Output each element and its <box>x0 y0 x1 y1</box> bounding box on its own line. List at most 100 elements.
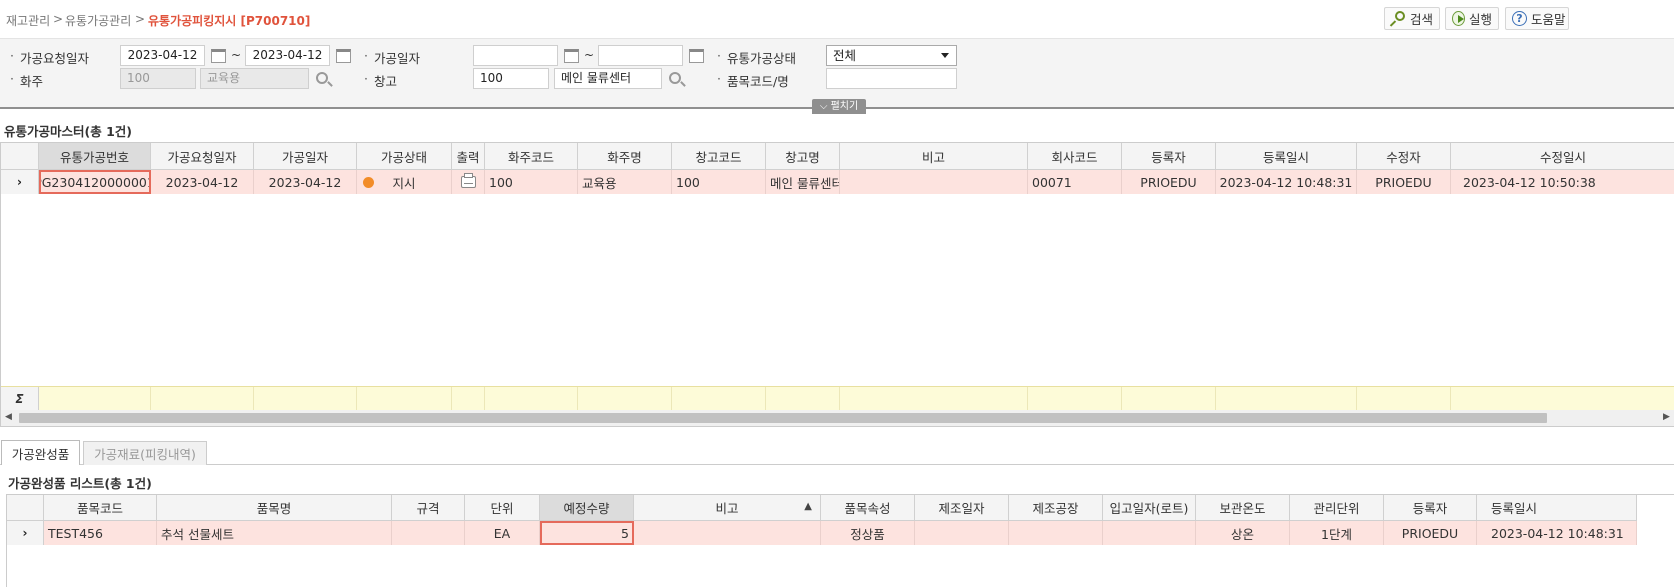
col-header[interactable]: 등록일시 <box>1477 495 1637 521</box>
warehouse-search-icon[interactable] <box>669 72 681 84</box>
row-expand-icon[interactable]: › <box>1 170 39 194</box>
cell-registrant[interactable]: PRIOEDU <box>1384 521 1477 545</box>
cell-modified-at[interactable]: 2023-04-12 10:50:38 <box>1451 170 1674 194</box>
col-header[interactable]: 등록자 <box>1122 143 1216 170</box>
col-header[interactable]: 창고명 <box>766 143 840 170</box>
col-header[interactable]: 화주코드 <box>485 143 578 170</box>
warehouse-code-input[interactable]: 100 <box>473 68 549 89</box>
table-row[interactable]: › PG2304120000001 2023-04-12 2023-04-12 … <box>1 170 1674 194</box>
warehouse-name-input[interactable]: 메인 물류센터 <box>554 68 662 89</box>
detail-grid: 품목코드 품목명 규격 단위 예정수량 비고 ▲ 품목속성 제조일자 제조공장 … <box>6 494 1674 587</box>
col-header[interactable]: 수정자 <box>1357 143 1451 170</box>
cell-note[interactable] <box>634 521 821 545</box>
row-expand-icon[interactable]: › <box>7 521 44 545</box>
col-header[interactable]: 품목속성 <box>821 495 915 521</box>
cell-item-attribute[interactable]: 정상품 <box>821 521 915 545</box>
col-header[interactable]: 회사코드 <box>1028 143 1122 170</box>
horizontal-scrollbar[interactable]: ◀ ▶ <box>1 410 1674 426</box>
proc-date-to-input[interactable] <box>598 45 683 66</box>
run-label: 실행 <box>1468 12 1492 27</box>
calendar-icon[interactable] <box>564 49 579 63</box>
cell-modifier[interactable]: PRIOEDU <box>1357 170 1451 194</box>
col-header[interactable]: 비고 ▲ <box>634 495 821 521</box>
warehouse-label: 창고 <box>364 71 397 90</box>
master-grid-title: 유통가공마스터(총 1건) <box>4 124 132 139</box>
cell-warehouse-code[interactable]: 100 <box>672 170 766 194</box>
cell-in-date[interactable] <box>1103 521 1196 545</box>
col-header[interactable]: 예정수량 <box>540 495 634 521</box>
cell-factory[interactable] <box>1009 521 1103 545</box>
calendar-icon[interactable] <box>689 49 704 63</box>
col-header[interactable]: 비고 <box>840 143 1028 170</box>
cell-item-name[interactable]: 추석 선물세트 <box>157 521 392 545</box>
col-header[interactable]: 창고코드 <box>672 143 766 170</box>
breadcrumb-item[interactable]: 재고관리 <box>6 12 50 29</box>
cell-owner-code[interactable]: 100 <box>485 170 578 194</box>
sort-asc-icon[interactable]: ▲ <box>804 501 812 512</box>
run-button[interactable]: 실행 <box>1445 7 1499 30</box>
help-button[interactable]: ? 도움말 <box>1505 7 1569 30</box>
col-header[interactable]: 가공요청일자 <box>151 143 254 170</box>
tab-divider <box>0 464 1674 465</box>
col-header[interactable]: 품목명 <box>157 495 392 521</box>
cell-registered-at[interactable]: 2023-04-12 10:48:31 <box>1477 521 1637 545</box>
scrollbar-thumb[interactable] <box>19 413 1547 423</box>
col-header[interactable]: 유통가공번호 <box>39 143 151 170</box>
col-header[interactable]: 가공일자 <box>254 143 357 170</box>
scroll-left-icon[interactable]: ◀ <box>5 412 12 422</box>
calendar-icon[interactable] <box>211 49 226 63</box>
cell-owner-name[interactable]: 교육용 <box>578 170 672 194</box>
cell-processing-no[interactable]: PG2304120000001 <box>39 170 151 194</box>
cell-registrant[interactable]: PRIOEDU <box>1122 170 1216 194</box>
calendar-icon[interactable] <box>336 49 351 63</box>
req-date-to-input[interactable]: 2023-04-12 <box>245 45 330 66</box>
col-header[interactable]: 출력 <box>452 143 485 170</box>
col-header[interactable]: 가공상태 <box>357 143 452 170</box>
cell-mgmt-unit[interactable]: 1단계 <box>1290 521 1384 545</box>
tab-finished-products[interactable]: 가공완성품 <box>1 440 80 465</box>
help-label: 도움말 <box>1531 12 1566 27</box>
req-date-from-input[interactable]: 2023-04-12 <box>120 45 205 66</box>
col-header[interactable]: 수정일시 <box>1451 143 1674 170</box>
col-header[interactable]: 제조공장 <box>1009 495 1103 521</box>
fold-label: 펼치기 <box>830 101 859 112</box>
cell-spec[interactable] <box>392 521 465 545</box>
item-input[interactable] <box>826 68 957 89</box>
range-tilde: ~ <box>584 48 595 62</box>
status-select[interactable]: 전체 <box>826 45 957 66</box>
cell-status[interactable]: 지시 <box>357 170 452 194</box>
tab-materials[interactable]: 가공재료(피킹내역) <box>83 441 207 465</box>
cell-item-code[interactable]: TEST456 <box>44 521 157 545</box>
req-date-label: 가공요청일자 <box>10 48 89 67</box>
owner-search-icon[interactable] <box>316 72 328 84</box>
table-row[interactable]: › TEST456 추석 선물세트 EA 5 정상품 상온 1단계 PRIOED… <box>7 521 1637 545</box>
breadcrumb-item[interactable]: 유통가공관리 <box>65 12 131 29</box>
col-header[interactable]: 단위 <box>465 495 540 521</box>
col-header[interactable]: 보관온도 <box>1196 495 1290 521</box>
col-header[interactable]: 등록일시 <box>1216 143 1357 170</box>
col-header[interactable]: 제조일자 <box>915 495 1009 521</box>
cell-company-code[interactable]: 00071 <box>1028 170 1122 194</box>
cell-mfg-date[interactable] <box>915 521 1009 545</box>
scroll-right-icon[interactable]: ▶ <box>1663 412 1670 422</box>
cell-print[interactable] <box>452 170 485 194</box>
cell-storage-temp[interactable]: 상온 <box>1196 521 1290 545</box>
printer-icon[interactable] <box>460 173 476 188</box>
col-header[interactable]: 등록자 <box>1384 495 1477 521</box>
cell-warehouse-name[interactable]: 메인 물류센터 <box>766 170 840 194</box>
cell-note[interactable] <box>840 170 1028 194</box>
col-header[interactable]: 입고일자(로트) <box>1103 495 1196 521</box>
proc-date-from-input[interactable] <box>473 45 558 66</box>
col-header[interactable]: 관리단위 <box>1290 495 1384 521</box>
row-header-corner <box>1 143 39 170</box>
col-header[interactable]: 규격 <box>392 495 465 521</box>
fold-toggle-button[interactable]: ⌵ 펼치기 <box>812 99 866 114</box>
cell-planned-qty[interactable]: 5 <box>540 521 634 545</box>
cell-unit[interactable]: EA <box>465 521 540 545</box>
search-button[interactable]: 검색 <box>1384 7 1440 30</box>
cell-request-date[interactable]: 2023-04-12 <box>151 170 254 194</box>
cell-processing-date[interactable]: 2023-04-12 <box>254 170 357 194</box>
cell-registered-at[interactable]: 2023-04-12 10:48:31 <box>1216 170 1357 194</box>
col-header[interactable]: 화주명 <box>578 143 672 170</box>
col-header[interactable]: 품목코드 <box>44 495 157 521</box>
